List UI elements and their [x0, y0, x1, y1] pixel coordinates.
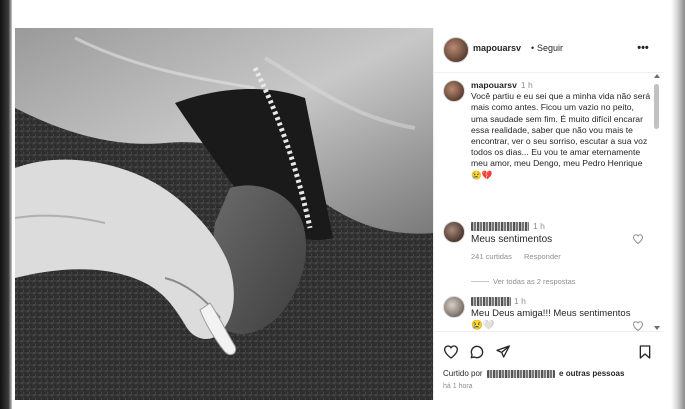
- instagram-post-view: mapouarsv • Seguir ••• mapouarsv 1 h Você…: [0, 0, 685, 409]
- post-timestamp: há 1 hora: [443, 383, 473, 390]
- redacted-commenter-name[interactable]: [471, 297, 511, 306]
- caption-time: 1 h: [520, 80, 533, 90]
- follow-button[interactable]: Seguir: [537, 43, 563, 53]
- scroll-up-arrow-icon[interactable]: [654, 74, 660, 78]
- liked-by-line: Curtido por e outras pessoas: [443, 369, 624, 378]
- comment-time: 1 h: [533, 221, 545, 231]
- comments-scrollbar[interactable]: [653, 74, 661, 330]
- separator-dot: •: [531, 43, 535, 53]
- comment-text: Meus sentimentos: [471, 234, 553, 245]
- scrollbar-thumb[interactable]: [654, 84, 659, 129]
- caption-username[interactable]: mapouarsv: [471, 80, 517, 90]
- comment-avatar[interactable]: [443, 296, 465, 318]
- post-caption: mapouarsv 1 h Você partiu e eu sei que a …: [471, 80, 651, 181]
- view-replies-link[interactable]: Ver todas as 2 respostas: [493, 277, 576, 286]
- like-heart-icon[interactable]: [443, 344, 459, 360]
- comment-bubble-icon[interactable]: [469, 344, 485, 360]
- more-options-icon[interactable]: •••: [635, 40, 651, 56]
- post-actions: Curtido por e outras pessoas há 1 hora: [434, 331, 664, 401]
- comment-time: 1 h: [514, 296, 526, 306]
- heart-icon[interactable]: [632, 233, 644, 245]
- comment-text: Meu Deus amiga!!! Meus sentimentos 😢🤍: [471, 308, 631, 331]
- redacted-liker-name[interactable]: [486, 369, 555, 378]
- background-right-edge: [671, 0, 685, 409]
- post-author-username[interactable]: mapouarsv: [473, 43, 521, 53]
- post-side-panel: mapouarsv • Seguir ••• mapouarsv 1 h Você…: [433, 28, 664, 400]
- reply-button[interactable]: Responder: [524, 252, 561, 261]
- caption-avatar[interactable]: [443, 80, 465, 102]
- comment-avatar[interactable]: [443, 221, 465, 243]
- scroll-down-arrow-icon[interactable]: [654, 326, 660, 330]
- liked-by-prefix: Curtido por: [443, 369, 483, 378]
- replies-divider: [471, 281, 489, 282]
- comment-likes[interactable]: 241 curtidas: [471, 252, 512, 261]
- avatar[interactable]: [443, 37, 469, 63]
- save-bookmark-icon[interactable]: [637, 344, 653, 360]
- post-photo-graphic: [15, 28, 433, 400]
- background-left-edge: [0, 0, 12, 409]
- post-image[interactable]: [15, 28, 433, 400]
- redacted-commenter-name[interactable]: [471, 222, 529, 231]
- caption-text: Você partiu e eu sei que a minha vida nã…: [471, 91, 651, 180]
- liked-by-suffix[interactable]: e outras pessoas: [559, 369, 624, 378]
- post-header: mapouarsv • Seguir •••: [434, 28, 664, 73]
- share-paper-plane-icon[interactable]: [495, 344, 511, 360]
